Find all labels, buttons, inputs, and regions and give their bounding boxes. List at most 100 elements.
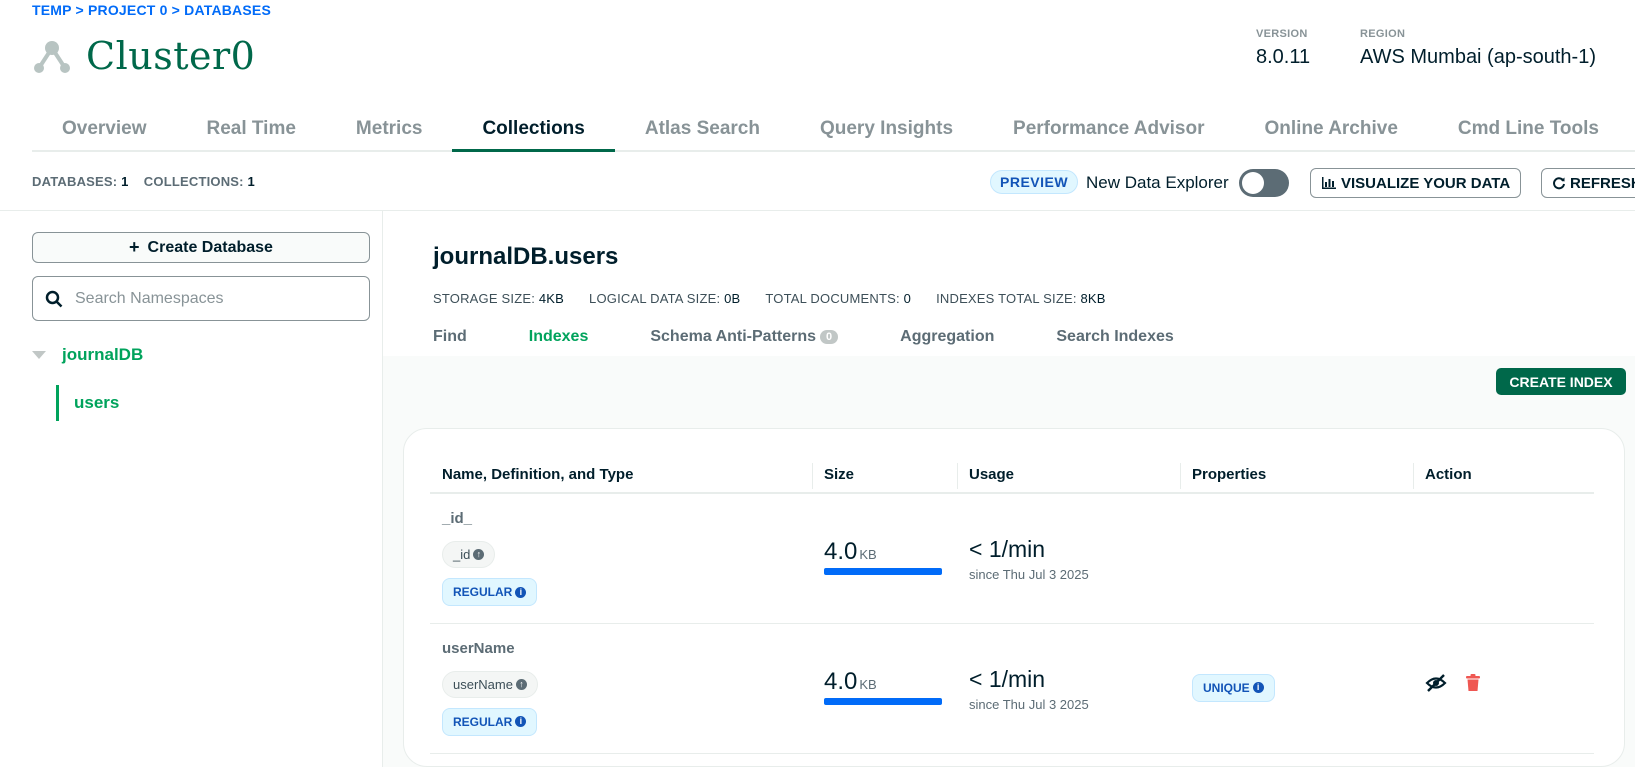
index-name: userName: [442, 639, 515, 657]
collection-tabs: Find Indexes Schema Anti-Patterns 0 Aggr…: [433, 328, 1236, 346]
cluster-stats: DATABASES: 1 COLLECTIONS: 1: [32, 174, 255, 189]
header-name[interactable]: Name, Definition, and Type: [430, 463, 812, 494]
region-block: REGION AWS Mumbai (ap-south-1): [1360, 28, 1596, 69]
usage-rate: < 1/min: [969, 665, 1046, 692]
schema-anti-patterns-label: Schema Anti-Patterns: [650, 328, 817, 345]
divider: [0, 210, 1635, 211]
version-block: VERSION 8.0.11: [1256, 28, 1310, 69]
create-database-button[interactable]: + Create Database: [32, 232, 370, 263]
visualize-label: VISUALIZE YOUR DATA: [1341, 174, 1511, 192]
collections-count: 1: [247, 174, 255, 189]
size-bar: [824, 568, 942, 575]
arrow-up-icon: ↑: [473, 549, 485, 560]
index-name: _id_: [442, 510, 473, 527]
cluster-header: Cluster0: [32, 34, 255, 78]
region-value: AWS Mumbai (ap-south-1): [1360, 46, 1596, 68]
index-type-badge[interactable]: REGULAR i: [442, 707, 538, 736]
info-icon: i: [1252, 682, 1264, 693]
breadcrumb[interactable]: TEMP > PROJECT 0 > DATABASES: [32, 2, 271, 18]
trash-icon[interactable]: [1465, 673, 1481, 692]
total-documents: TOTAL DOCUMENTS: 0: [765, 291, 912, 306]
properties-cell: [1180, 493, 1413, 624]
refresh-label: REFRESH: [1570, 174, 1635, 192]
action-cell: [1413, 493, 1594, 624]
sidebar-item-users[interactable]: users: [56, 385, 119, 421]
cluster-tabs: Overview Real Time Metrics Collections A…: [32, 106, 1635, 152]
new-data-explorer-label: New Data Explorer: [1086, 173, 1229, 192]
databases-label: DATABASES:: [32, 174, 118, 189]
tab-find[interactable]: Find: [433, 328, 467, 346]
storage-size: STORAGE SIZE: 4KB: [433, 291, 565, 306]
cluster-icon: [34, 41, 70, 73]
size-cell: 4.0 KB: [812, 493, 957, 624]
sidebar-item-journaldb[interactable]: journalDB: [32, 345, 143, 365]
size-bar: [824, 697, 942, 705]
tab-overview[interactable]: Overview: [32, 106, 177, 152]
refresh-button[interactable]: REFRESH: [1541, 168, 1635, 198]
index-size: 4.0 KB: [824, 667, 877, 695]
tab-schema-anti-patterns[interactable]: Schema Anti-Patterns 0: [650, 328, 839, 346]
size-cell: 4.0 KB: [812, 623, 957, 754]
hide-index-icon[interactable]: [1425, 673, 1447, 692]
namespace-stats: STORAGE SIZE: 4KB LOGICAL DATA SIZE: 0B …: [433, 291, 1106, 306]
usage-cell: < 1/min since Thu Jul 3 2025: [957, 493, 1180, 624]
table-row: userName userName ↑ REGULAR i 4.0 KB < 1/…: [430, 623, 1594, 754]
index-field-chip[interactable]: userName ↑: [442, 670, 538, 698]
database-name: journalDB: [62, 345, 144, 364]
bar-chart-icon: [1322, 177, 1336, 189]
tab-online-archive[interactable]: Online Archive: [1235, 106, 1428, 152]
header-action: Action: [1413, 463, 1594, 494]
namespace-title: journalDB.users: [433, 243, 619, 270]
logical-data-size: LOGICAL DATA SIZE: 0B: [589, 291, 741, 306]
table-row: _id_ _id ↑ REGULAR i 4.0 KB < 1/min since…: [430, 493, 1594, 624]
new-data-explorer-toggle[interactable]: [1239, 169, 1289, 197]
preview-badge: PREVIEW: [990, 170, 1079, 194]
tab-atlas-search[interactable]: Atlas Search: [615, 106, 790, 152]
plus-icon: +: [129, 237, 140, 257]
version-label: VERSION: [1256, 28, 1308, 40]
refresh-icon: [1553, 177, 1565, 190]
tab-aggregation[interactable]: Aggregation: [900, 328, 994, 346]
anti-patterns-count: 0: [820, 330, 839, 344]
region-label: REGION: [1360, 28, 1406, 40]
header-properties[interactable]: Properties: [1180, 463, 1413, 494]
tab-indexes[interactable]: Indexes: [529, 328, 589, 346]
properties-cell: UNIQUE i: [1180, 623, 1413, 754]
create-database-label: Create Database: [147, 238, 273, 256]
tab-search-indexes[interactable]: Search Indexes: [1056, 328, 1173, 346]
row-actions: [1425, 673, 1582, 692]
indexes-table: Name, Definition, and Type Size Usage Pr…: [430, 463, 1594, 754]
usage-since: since Thu Jul 3 2025: [969, 696, 1089, 712]
databases-count: 1: [121, 174, 129, 189]
caret-down-icon[interactable]: [32, 351, 46, 359]
index-type-badge[interactable]: REGULAR i: [442, 578, 538, 606]
index-cell: userName userName ↑ REGULAR i: [430, 623, 812, 754]
collections-label: COLLECTIONS:: [143, 174, 244, 189]
search-namespaces-input[interactable]: [75, 289, 355, 308]
index-size: 4.0 KB: [824, 538, 877, 565]
table-header-row: Name, Definition, and Type Size Usage Pr…: [430, 463, 1594, 494]
action-cell: [1413, 623, 1594, 754]
index-cell: _id_ _id ↑ REGULAR i: [430, 493, 812, 624]
header-size[interactable]: Size: [812, 463, 957, 494]
cluster-name: Cluster0: [86, 34, 256, 78]
index-field-chip[interactable]: _id ↑: [442, 541, 496, 568]
usage-cell: < 1/min since Thu Jul 3 2025: [957, 623, 1180, 754]
tab-collections[interactable]: Collections: [452, 106, 615, 152]
tab-real-time[interactable]: Real Time: [177, 106, 326, 152]
visualize-data-button[interactable]: VISUALIZE YOUR DATA: [1310, 168, 1522, 198]
header-usage[interactable]: Usage: [957, 463, 1180, 494]
usage-rate: < 1/min: [969, 536, 1046, 562]
tab-query-insights[interactable]: Query Insights: [790, 106, 983, 152]
search-icon: [45, 290, 63, 307]
create-index-button[interactable]: CREATE INDEX: [1496, 368, 1626, 395]
tab-metrics[interactable]: Metrics: [326, 106, 453, 152]
unique-badge[interactable]: UNIQUE i: [1192, 673, 1275, 702]
version-value: 8.0.11: [1256, 46, 1311, 68]
tab-performance-advisor[interactable]: Performance Advisor: [983, 106, 1234, 152]
info-icon: i: [515, 716, 527, 727]
arrow-up-icon: ↑: [515, 678, 527, 690]
namespace-search: [32, 276, 370, 321]
tab-cmd-line-tools[interactable]: Cmd Line Tools: [1428, 106, 1629, 152]
usage-since: since Thu Jul 3 2025: [969, 567, 1089, 582]
